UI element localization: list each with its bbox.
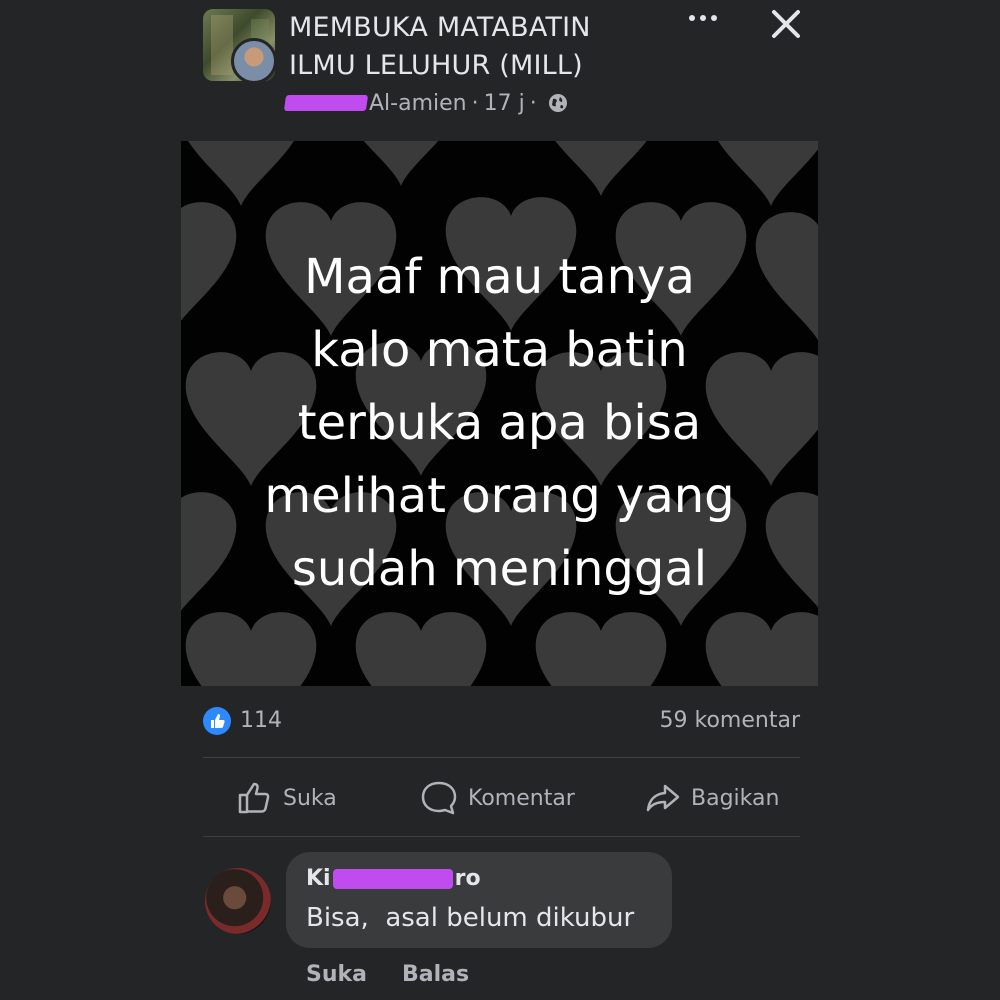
comment-icon [421, 781, 457, 815]
like-label: Suka [283, 785, 337, 811]
comments-count[interactable]: 59 komentar [660, 707, 800, 735]
group-title[interactable]: MEMBUKA MATABATIN ILMU LELUHUR (MILL) [289, 9, 669, 85]
like-reaction-icon[interactable] [203, 707, 231, 735]
like-button[interactable]: Suka [237, 778, 337, 818]
thumbs-up-icon [238, 782, 270, 814]
author-name[interactable]: Al-amien [369, 91, 467, 116]
comment-author[interactable]: Ki ro [306, 866, 481, 891]
comment-button[interactable]: Komentar [420, 778, 575, 818]
separator: · [471, 90, 479, 116]
likes-count[interactable]: 114 [240, 707, 282, 735]
comment-reply-button[interactable]: Balas [402, 962, 469, 987]
comment-label: Komentar [468, 785, 575, 811]
close-icon[interactable] [766, 4, 806, 44]
divider [203, 836, 800, 837]
redaction-mark [332, 868, 453, 889]
globe-icon [548, 94, 567, 112]
post-time[interactable]: 17 j [484, 91, 525, 116]
share-label: Bagikan [691, 785, 780, 811]
more-icon[interactable] [683, 8, 723, 38]
post-text: Maaf mau tanya kalo mata batin terbuka a… [264, 249, 735, 597]
post-image[interactable]: Maaf mau tanya kalo mata batin terbuka a… [181, 141, 818, 686]
redaction-mark [283, 95, 369, 111]
comment-author-prefix: Ki [306, 866, 331, 891]
divider [203, 757, 800, 758]
comment-like-button[interactable]: Suka [306, 962, 367, 987]
commenter-avatar[interactable] [205, 868, 271, 934]
post-meta: Al-amien · 17 j · [283, 88, 568, 118]
comment-text: Bisa, asal belum dikubur [306, 903, 635, 933]
separator: · [529, 90, 537, 116]
share-icon [646, 784, 680, 812]
facebook-post: MEMBUKA MATABATIN ILMU LELUHUR (MILL) Al… [0, 0, 1000, 1000]
comment-author-suffix: ro [454, 866, 481, 891]
share-button[interactable]: Bagikan [645, 778, 779, 818]
user-avatar[interactable] [231, 38, 277, 84]
